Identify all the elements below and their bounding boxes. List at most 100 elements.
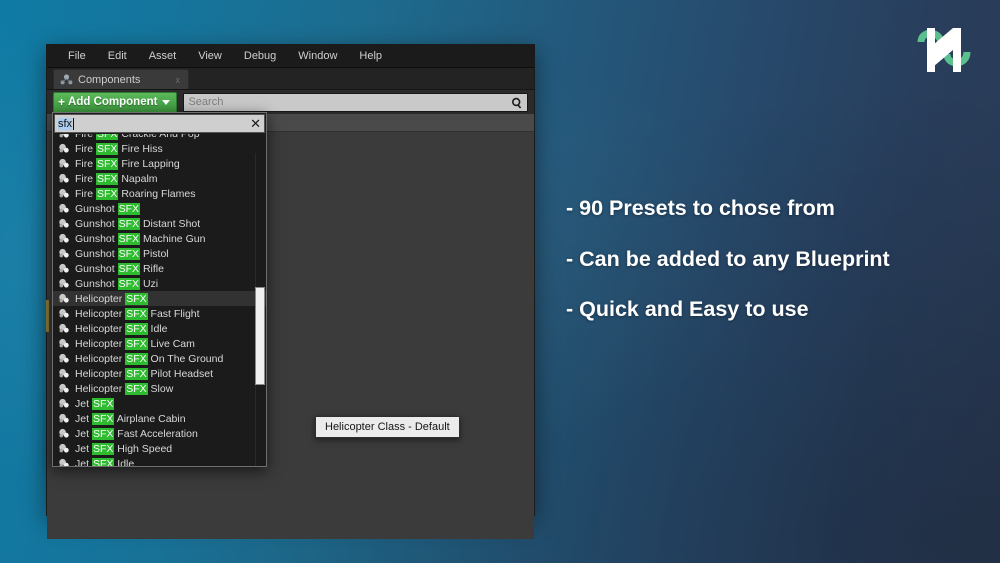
add-component-label: Add Component xyxy=(68,95,158,108)
dropdown-list-inner: Fire SFX Crackle And Pop Fire SFX Fire Hi… xyxy=(53,134,266,466)
dropdown-item[interactable]: Jet SFX High Speed xyxy=(53,441,266,456)
dropdown-item[interactable]: Gunshot SFX Machine Gun xyxy=(53,231,266,246)
dropdown-item-label: Gunshot SFX Distant Shot xyxy=(75,217,201,230)
dropdown-item[interactable]: Fire SFX Crackle And Pop xyxy=(53,134,266,141)
audio-component-icon xyxy=(58,413,70,424)
audio-component-icon xyxy=(58,368,70,379)
dropdown-item[interactable]: Jet SFX Fast Acceleration xyxy=(53,426,266,441)
audio-component-icon xyxy=(58,338,70,349)
dropdown-item[interactable]: Helicopter SFX On The Ground xyxy=(53,351,266,366)
menu-item-edit[interactable]: Edit xyxy=(97,45,138,67)
audio-component-icon xyxy=(58,323,70,334)
audio-component-icon xyxy=(58,233,70,244)
dropdown-item[interactable]: Fire SFX Napalm xyxy=(53,171,266,186)
dropdown-item-label: Jet SFX xyxy=(75,397,115,410)
slide-canvas: File Edit Asset View Debug Window Help C… xyxy=(0,0,1000,563)
tooltip: Helicopter Class - Default xyxy=(315,416,460,438)
close-icon[interactable]: x xyxy=(176,75,181,85)
dropdown-item-label: Fire SFX Napalm xyxy=(75,172,158,185)
dropdown-item[interactable]: Jet SFX Idle xyxy=(53,456,266,466)
search-placeholder: Search xyxy=(188,96,224,108)
dropdown-item[interactable]: Fire SFX Roaring Flames xyxy=(53,186,266,201)
dropdown-item-label: Fire SFX Crackle And Pop xyxy=(75,134,200,140)
dropdown-item-label: Helicopter SFX Live Cam xyxy=(75,337,195,350)
text-caret xyxy=(73,117,75,130)
panel-edge-marker xyxy=(46,300,49,332)
add-component-dropdown: sfx ✕ Fire SFX Crackle And Pop Fire SFX F… xyxy=(52,112,267,467)
dropdown-item[interactable]: Jet SFX xyxy=(53,396,266,411)
unreal-editor-window: File Edit Asset View Debug Window Help C… xyxy=(46,44,535,539)
feature-bullet-list: - 90 Presets to chose from - Can be adde… xyxy=(566,196,986,350)
search-icon xyxy=(511,96,523,109)
dropdown-item-label: Jet SFX Fast Acceleration xyxy=(75,427,198,440)
dropdown-item[interactable]: Gunshot SFX xyxy=(53,201,266,216)
dropdown-item[interactable]: Fire SFX Fire Hiss xyxy=(53,141,266,156)
dropdown-item-label: Fire SFX Fire Lapping xyxy=(75,157,180,170)
menu-item-debug[interactable]: Debug xyxy=(233,45,287,67)
audio-component-icon xyxy=(58,158,70,169)
dropdown-item-label: Helicopter SFX xyxy=(75,292,148,305)
menu-item-asset[interactable]: Asset xyxy=(138,45,188,67)
bullet-item: - Can be added to any Blueprint xyxy=(566,246,890,271)
audio-component-icon xyxy=(58,188,70,199)
dropdown-filter-input[interactable]: sfx ✕ xyxy=(54,114,265,133)
dropdown-item[interactable]: Helicopter SFX xyxy=(53,291,266,306)
audio-component-icon xyxy=(58,173,70,184)
audio-component-icon xyxy=(58,248,70,259)
dropdown-item-label: Fire SFX Roaring Flames xyxy=(75,187,196,200)
audio-component-icon xyxy=(58,398,70,409)
dropdown-item[interactable]: Fire SFX Fire Lapping xyxy=(53,156,266,171)
audio-component-icon xyxy=(58,383,70,394)
bullet-item: - 90 Presets to chose from xyxy=(566,196,835,220)
audio-component-icon xyxy=(58,143,70,154)
menu-item-window[interactable]: Window xyxy=(287,45,348,67)
dropdown-item-label: Gunshot SFX Pistol xyxy=(75,247,169,260)
menu-item-help[interactable]: Help xyxy=(348,45,393,67)
audio-component-icon xyxy=(58,308,70,319)
audio-component-icon xyxy=(58,263,70,274)
dropdown-item[interactable]: Helicopter SFX Pilot Headset xyxy=(53,366,266,381)
plus-icon: + xyxy=(58,94,66,109)
dropdown-item-label: Gunshot SFX Rifle xyxy=(75,262,164,275)
dropdown-item[interactable]: Helicopter SFX Slow xyxy=(53,381,266,396)
components-toolbar: + Add Component Search xyxy=(47,90,534,114)
menu-bar: File Edit Asset View Debug Window Help xyxy=(47,45,534,68)
audio-component-icon xyxy=(58,428,70,439)
dropdown-item[interactable]: Helicopter SFX Idle xyxy=(53,321,266,336)
menu-item-file[interactable]: File xyxy=(57,45,97,67)
dropdown-item-label: Helicopter SFX Idle xyxy=(75,322,168,335)
bullet-item: - Quick and Easy to use xyxy=(566,297,809,321)
search-input[interactable]: Search xyxy=(183,92,528,112)
dropdown-item-label: Gunshot SFX xyxy=(75,202,141,215)
tab-strip: Components x xyxy=(47,68,534,90)
audio-component-icon xyxy=(58,218,70,229)
tab-components[interactable]: Components x xyxy=(53,69,189,89)
components-icon xyxy=(60,73,73,86)
dropdown-item[interactable]: Helicopter SFX Fast Flight xyxy=(53,306,266,321)
clear-icon[interactable]: ✕ xyxy=(250,117,261,130)
dropdown-item[interactable]: Gunshot SFX Distant Shot xyxy=(53,216,266,231)
dropdown-item-label: Gunshot SFX Uzi xyxy=(75,277,159,290)
menu-item-view[interactable]: View xyxy=(187,45,233,67)
audio-component-icon xyxy=(58,293,70,304)
dropdown-item[interactable]: Gunshot SFX Rifle xyxy=(53,261,266,276)
dropdown-item-label: Jet SFX Idle xyxy=(75,457,134,466)
tab-label: Components xyxy=(78,73,141,86)
dropdown-filter-value: sfx xyxy=(58,117,73,130)
dropdown-item-label: Fire SFX Fire Hiss xyxy=(75,142,163,155)
dropdown-list[interactable]: Fire SFX Crackle And Pop Fire SFX Fire Hi… xyxy=(53,134,266,466)
dropdown-scrollbar-thumb[interactable] xyxy=(255,287,265,385)
dropdown-item-label: Gunshot SFX Machine Gun xyxy=(75,232,206,245)
audio-component-icon xyxy=(58,203,70,214)
dropdown-item-label: Helicopter SFX Pilot Headset xyxy=(75,367,213,380)
add-component-button[interactable]: + Add Component xyxy=(53,91,178,113)
dropdown-item[interactable]: Gunshot SFX Uzi xyxy=(53,276,266,291)
audio-component-icon xyxy=(58,134,70,139)
dropdown-item[interactable]: Gunshot SFX Pistol xyxy=(53,246,266,261)
audio-component-icon xyxy=(58,458,70,466)
dropdown-item[interactable]: Jet SFX Airplane Cabin xyxy=(53,411,266,426)
dropdown-item-label: Helicopter SFX Slow xyxy=(75,382,174,395)
dropdown-item[interactable]: Helicopter SFX Live Cam xyxy=(53,336,266,351)
brand-logo-icon xyxy=(908,20,980,80)
audio-component-icon xyxy=(58,443,70,454)
